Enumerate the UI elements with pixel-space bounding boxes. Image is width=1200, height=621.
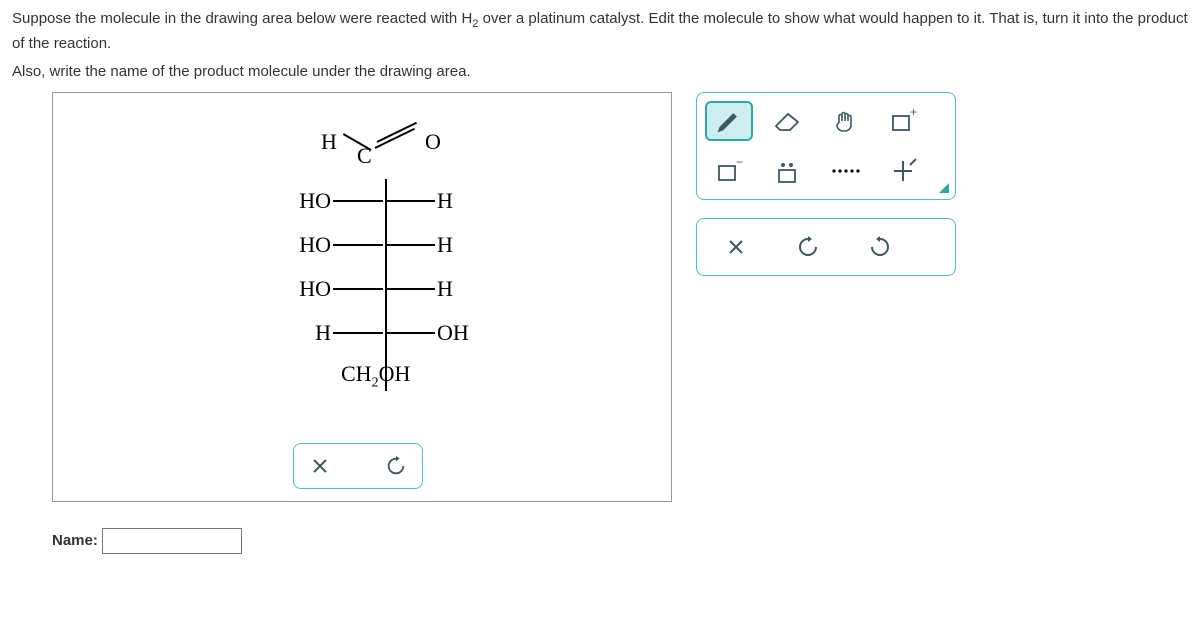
molecule-structure[interactable]: H C O HO H HO	[273, 135, 495, 389]
undo-button[interactable]	[777, 227, 839, 267]
name-input[interactable]	[102, 528, 242, 554]
drawing-area[interactable]: H C O HO H HO	[52, 92, 672, 502]
draw-tool-palette: + −	[696, 92, 956, 200]
fischer-row-1: HO H	[273, 179, 495, 223]
palette-expand-icon[interactable]	[939, 183, 949, 193]
row3-right: H	[435, 276, 495, 302]
svg-text:−: −	[736, 158, 743, 169]
chiral-tool[interactable]	[879, 151, 927, 191]
svg-text:+: +	[910, 108, 917, 119]
redo-button[interactable]	[849, 227, 911, 267]
row1-left: HO	[273, 188, 333, 214]
fischer-row-4: H OH	[273, 311, 495, 355]
eraser-tool[interactable]	[763, 101, 811, 141]
row2-right: H	[435, 232, 495, 258]
row2-left: HO	[273, 232, 333, 258]
hand-tool[interactable]	[821, 101, 869, 141]
lonepair-tool[interactable]	[763, 151, 811, 191]
dots-tool[interactable]	[821, 151, 869, 191]
top-o-label: O	[425, 129, 441, 155]
top-h-label: H	[321, 129, 337, 155]
h2-formula: H2	[461, 10, 478, 27]
new-box-tool[interactable]: +	[879, 101, 927, 141]
row1-right: H	[435, 188, 495, 214]
question-text-2: Also, write the name of the product mole…	[12, 61, 1188, 84]
row4-left: H	[273, 320, 333, 346]
drawing-inline-toolbar	[293, 443, 423, 489]
close-button[interactable]	[705, 227, 767, 267]
clear-button[interactable]	[302, 450, 338, 482]
history-palette	[696, 218, 956, 276]
fischer-row-2: HO H	[273, 223, 495, 267]
question-text-1a: Suppose the molecule in the drawing area…	[12, 10, 461, 27]
fischer-row-3: HO H	[273, 267, 495, 311]
row4-right: OH	[435, 320, 495, 346]
row3-left: HO	[273, 276, 333, 302]
charge-tool[interactable]: −	[705, 151, 753, 191]
reset-button[interactable]	[378, 450, 414, 482]
name-label: Name:	[52, 532, 98, 549]
top-c-label: C	[357, 143, 372, 169]
pencil-tool[interactable]	[705, 101, 753, 141]
aldehyde-group: H C O	[273, 135, 495, 179]
ch2oh-group: CH2OH	[273, 355, 495, 389]
